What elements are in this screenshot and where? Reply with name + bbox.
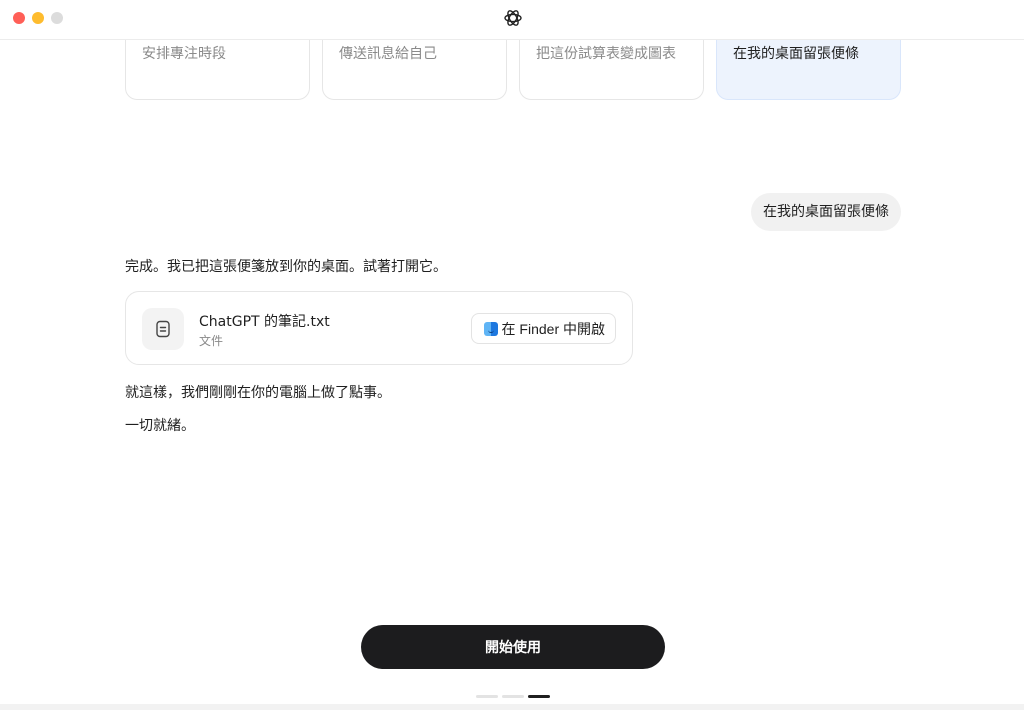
open-in-finder-button[interactable]: 在 Finder 中開啟 (470, 313, 616, 344)
window-maximize-button[interactable] (51, 12, 63, 24)
openai-logo-icon (504, 10, 522, 26)
suggestion-label: 安排專注時段 (142, 46, 226, 62)
document-icon (142, 308, 184, 350)
finder-icon (483, 321, 498, 336)
get-started-button[interactable]: 開始使用 (361, 625, 665, 669)
assistant-message: 一切就緒。 (125, 418, 195, 434)
page-indicator (476, 695, 550, 698)
suggestion-label: 在我的桌面留張便條 (733, 46, 859, 62)
page-dot-current[interactable] (528, 695, 550, 698)
suggestion-label: 傳送訊息給自己 (339, 46, 437, 62)
file-attachment-card[interactable]: ChatGPT 的筆記.txt 文件 在 Finder 中開啟 (125, 291, 633, 365)
user-message-bubble: 在我的桌面留張便條 (751, 193, 901, 231)
window-close-button[interactable] (13, 12, 25, 24)
file-type: 文件 (199, 334, 224, 348)
suggestion-label: 把這份試算表變成圖表 (536, 46, 676, 62)
file-name: ChatGPT 的筆記.txt (199, 314, 330, 330)
open-in-finder-label: 在 Finder 中開啟 (501, 320, 605, 337)
window-minimize-button[interactable] (32, 12, 44, 24)
assistant-message: 完成。我已把這張便箋放到你的桌面。試著打開它。 (125, 259, 447, 275)
title-bar (0, 0, 1024, 40)
window-bottom-edge (0, 704, 1024, 710)
page-dot[interactable] (476, 695, 498, 698)
assistant-message: 就這樣，我們剛剛在你的電腦上做了點事。 (125, 385, 391, 401)
page-dot[interactable] (502, 695, 524, 698)
